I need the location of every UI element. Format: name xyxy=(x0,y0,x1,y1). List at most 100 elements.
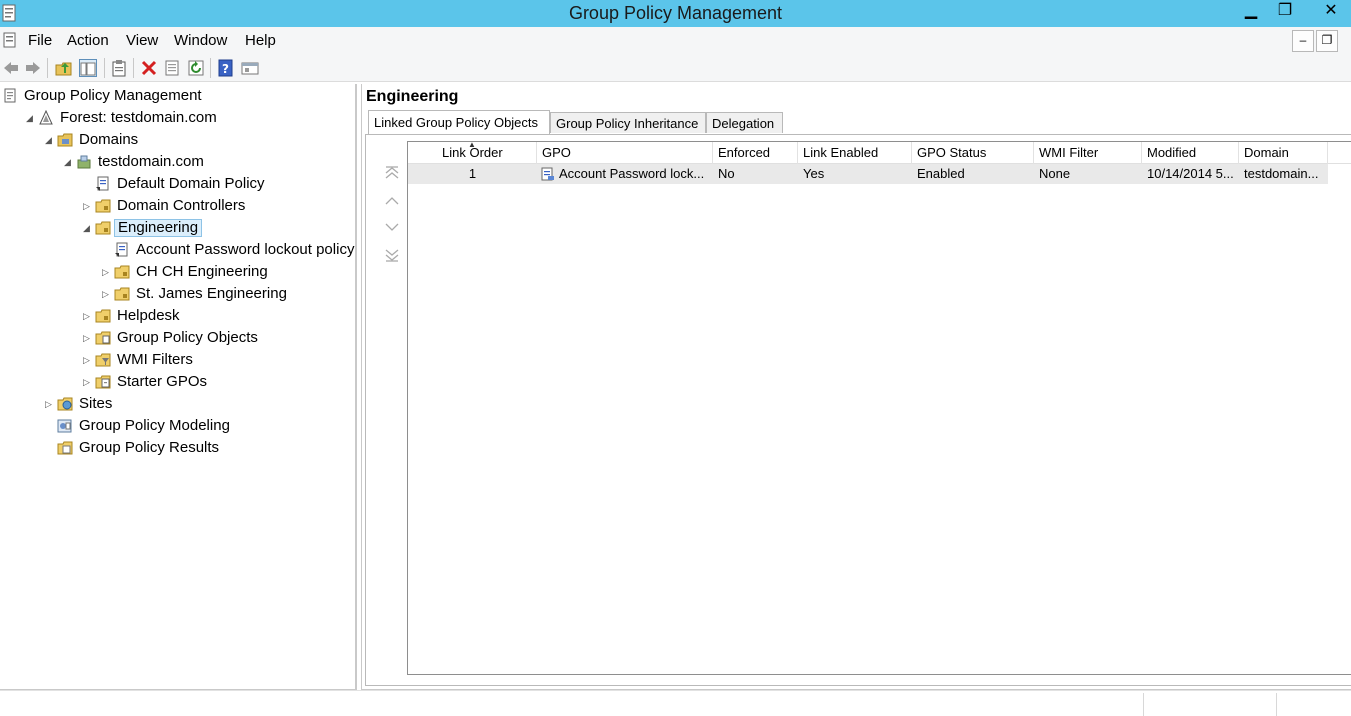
column-header-modified[interactable]: Modified xyxy=(1142,142,1239,164)
tab-linked-gpos[interactable]: Linked Group Policy Objects xyxy=(368,110,550,134)
mdi-minimize-button[interactable]: ‒ xyxy=(1292,30,1314,52)
column-header-link-enabled[interactable]: Link Enabled xyxy=(798,142,912,164)
collapse-arrow-icon[interactable]: ◢ xyxy=(45,134,55,146)
tree-item-domains[interactable]: ◢ Domains xyxy=(0,129,355,151)
ou-folder-icon xyxy=(114,265,130,279)
tree-item-group-policy-modeling[interactable]: Group Policy Modeling xyxy=(0,415,355,437)
move-to-top-icon[interactable] xyxy=(384,165,400,181)
tree-item-label: WMI Filters xyxy=(117,351,193,368)
mdi-restore-button[interactable]: ❐ xyxy=(1316,30,1338,52)
menu-view[interactable]: View xyxy=(126,32,158,49)
tree-item-label: Group Policy Results xyxy=(79,439,220,456)
tree-item-label: Forest: testdomain.com xyxy=(60,109,217,126)
expand-arrow-icon[interactable]: ▷ xyxy=(83,200,93,212)
expand-arrow-icon[interactable]: ▷ xyxy=(83,332,93,344)
tree-item-helpdesk[interactable]: ▷ Helpdesk xyxy=(0,305,355,327)
column-header-domain[interactable]: Domain xyxy=(1239,142,1328,164)
clipboard-icon[interactable] xyxy=(110,59,128,77)
tree-item-wmi-filters[interactable]: ▷ WMI Filters xyxy=(0,349,355,371)
status-bar xyxy=(0,690,1351,716)
collapse-arrow-icon[interactable]: ◢ xyxy=(26,112,36,124)
tree-item-starter-gpos[interactable]: ▷ Starter GPOs xyxy=(0,371,355,393)
collapse-arrow-icon[interactable]: ◢ xyxy=(64,156,74,168)
tree-item-group-policy-objects[interactable]: ▷ Group Policy Objects xyxy=(0,327,355,349)
tree-item-label: CH CH Engineering xyxy=(136,263,268,280)
show-hide-tree-icon[interactable] xyxy=(79,59,97,77)
toolbar-separator xyxy=(133,58,134,78)
expand-arrow-icon[interactable]: ▷ xyxy=(83,354,93,366)
expand-arrow-icon[interactable]: ▷ xyxy=(45,398,55,410)
forward-icon[interactable] xyxy=(24,59,42,77)
mdi-minimize-icon: ‒ xyxy=(1299,33,1307,47)
column-label: Enforced xyxy=(718,145,771,160)
menu-action[interactable]: Action xyxy=(67,32,109,49)
console-menu-icon[interactable] xyxy=(3,32,18,49)
delete-icon[interactable] xyxy=(140,59,158,77)
list-header: Link Order ▲ GPO Enforced Link Enabled G… xyxy=(408,140,1351,164)
collapse-arrow-icon[interactable]: ◢ xyxy=(83,222,93,234)
status-separator xyxy=(1276,693,1277,716)
tree-item-engineering[interactable]: ◢ Engineering xyxy=(0,217,355,239)
cell-domain: testdomain... xyxy=(1244,166,1319,181)
help-icon[interactable]: ? xyxy=(217,59,235,77)
expand-arrow-icon[interactable]: ▷ xyxy=(102,266,112,278)
minimize-button[interactable]: ▁ xyxy=(1236,0,1266,21)
move-up-icon[interactable] xyxy=(384,193,400,209)
tree-item-forest-testdomain-com[interactable]: ◢ Forest: testdomain.com xyxy=(0,107,355,129)
tab-gp-inheritance[interactable]: Group Policy Inheritance xyxy=(550,112,706,133)
tree-item-label: Default Domain Policy xyxy=(117,175,265,192)
cell-gpo-status: Enabled xyxy=(917,166,965,181)
tree-item-testdomain-com[interactable]: ◢ testdomain.com xyxy=(0,151,355,173)
column-header-link-order[interactable]: Link Order ▲ xyxy=(408,140,537,164)
starter-gpo-icon xyxy=(95,375,111,389)
tree-item-group-policy-results[interactable]: Group Policy Results xyxy=(0,437,355,459)
ou-folder-icon xyxy=(114,287,130,301)
linked-gpo-list[interactable]: Link Order ▲ GPO Enforced Link Enabled G… xyxy=(407,140,1351,675)
tree-item-group-policy-management[interactable]: Group Policy Management xyxy=(0,85,355,107)
column-label: GPO Status xyxy=(917,145,987,160)
column-header-gpo-status[interactable]: GPO Status xyxy=(912,142,1034,164)
tree-item-label: St. James Engineering xyxy=(136,285,287,302)
tree-item-label: testdomain.com xyxy=(98,153,204,170)
tree-item-label: Group Policy Objects xyxy=(117,329,258,346)
expand-arrow-icon[interactable]: ▷ xyxy=(83,376,93,388)
tree-item-label: Starter GPOs xyxy=(117,373,208,390)
modeling-icon xyxy=(57,419,72,433)
refresh-icon[interactable] xyxy=(187,59,205,77)
tab-label: Delegation xyxy=(712,116,775,131)
menu-file[interactable]: File xyxy=(28,32,52,49)
menu-window[interactable]: Window xyxy=(174,32,227,49)
move-to-bottom-icon[interactable] xyxy=(384,247,400,263)
column-label: Link Enabled xyxy=(803,145,879,160)
column-label: Domain xyxy=(1244,145,1289,160)
table-row[interactable]: 1 Account Password lock... No Yes Enable… xyxy=(408,164,1328,184)
window-title: Group Policy Management xyxy=(568,3,783,23)
column-header-enforced[interactable]: Enforced xyxy=(713,142,798,164)
tree-item-ch-ch-engineering[interactable]: ▷ CH CH Engineering xyxy=(0,261,355,283)
tree-item-account-password-lockout-policy[interactable]: Account Password lockout policy xyxy=(0,239,355,261)
column-header-wmi-filter[interactable]: WMI Filter xyxy=(1034,142,1142,164)
properties-icon[interactable] xyxy=(163,59,181,77)
expand-arrow-icon[interactable]: ▷ xyxy=(102,288,112,300)
back-icon[interactable] xyxy=(2,59,20,77)
console-tree[interactable]: Group Policy Management ◢ Forest: testdoma… xyxy=(0,84,357,690)
wmi-filter-icon xyxy=(95,353,111,367)
tree-item-st-james-engineering[interactable]: ▷ St. James Engineering xyxy=(0,283,355,305)
move-down-icon[interactable] xyxy=(384,219,400,235)
tree-item-default-domain-policy[interactable]: Default Domain Policy xyxy=(0,173,355,195)
forest-icon xyxy=(39,110,53,125)
column-header-gpo[interactable]: GPO xyxy=(537,142,713,164)
menu-help[interactable]: Help xyxy=(245,32,276,49)
tree-item-label: Helpdesk xyxy=(117,307,180,324)
expand-arrow-icon[interactable]: ▷ xyxy=(83,310,93,322)
tree-item-label: Group Policy Modeling xyxy=(79,417,230,434)
sort-ascending-icon: ▲ xyxy=(468,140,476,149)
tree-item-sites[interactable]: ▷ Sites xyxy=(0,393,355,415)
close-button[interactable]: ✕ xyxy=(1316,0,1346,21)
ou-folder-icon xyxy=(95,221,111,235)
tree-item-domain-controllers[interactable]: ▷ Domain Controllers xyxy=(0,195,355,217)
up-folder-icon[interactable] xyxy=(55,59,73,77)
tab-delegation[interactable]: Delegation xyxy=(706,112,783,133)
maximize-button[interactable]: ❐ xyxy=(1270,0,1300,21)
console-icon[interactable] xyxy=(241,59,259,77)
